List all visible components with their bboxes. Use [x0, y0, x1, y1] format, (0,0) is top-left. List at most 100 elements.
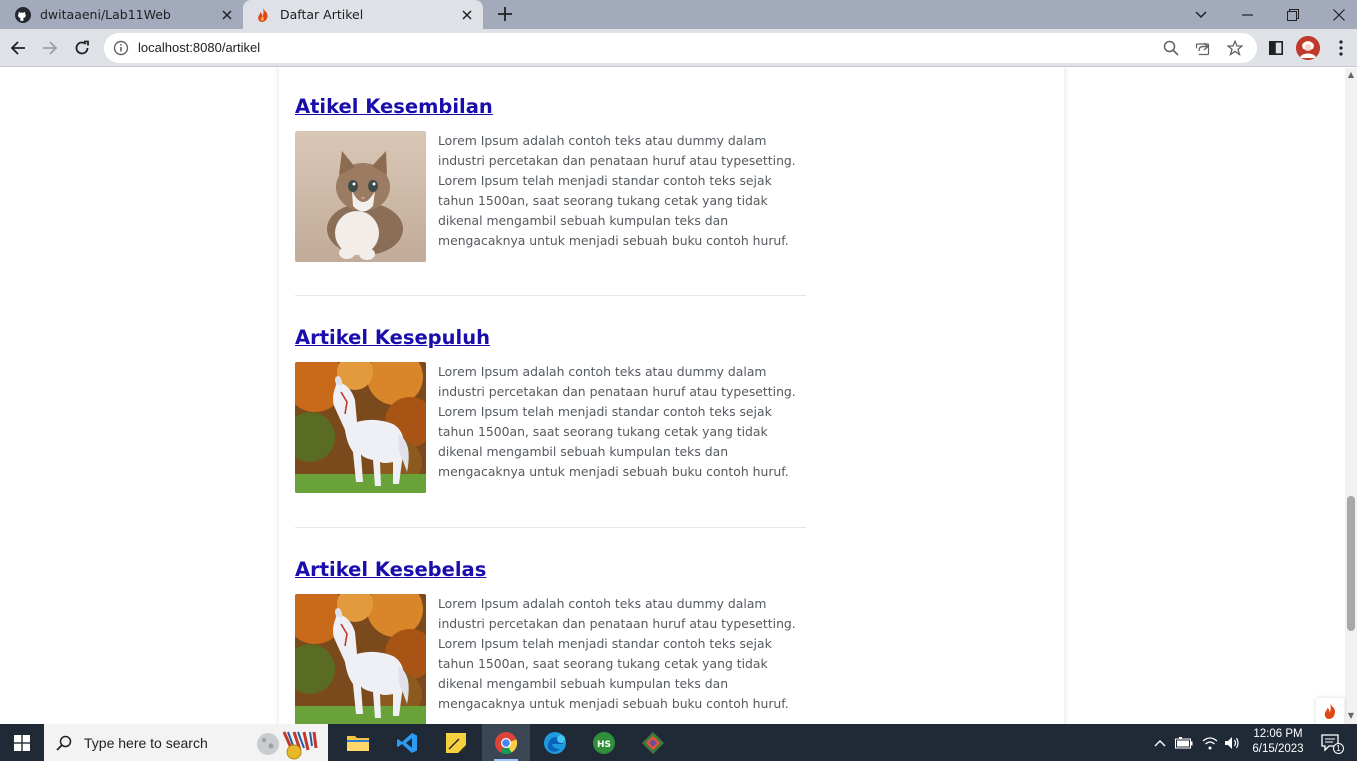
- article-excerpt: Lorem Ipsum adalah contoh teks atau dumm…: [438, 596, 796, 711]
- search-highlight-icon[interactable]: [254, 728, 326, 764]
- arrow-right-icon: [43, 41, 58, 55]
- debug-toolbar-toggle[interactable]: [1316, 698, 1344, 724]
- edge-icon: [544, 731, 566, 754]
- tab-title: Daftar Artikel: [280, 7, 364, 22]
- forward-button[interactable]: [37, 35, 63, 61]
- article-title-link[interactable]: Atikel Kesembilan: [295, 95, 493, 118]
- search-placeholder: Type here to search: [84, 734, 208, 751]
- svg-text:HS: HS: [597, 740, 611, 750]
- battery-icon: [1175, 736, 1193, 748]
- close-tab-icon[interactable]: [457, 5, 477, 25]
- battery-tray[interactable]: [1172, 724, 1196, 761]
- new-tab-button[interactable]: [494, 3, 516, 25]
- info-icon[interactable]: [113, 40, 129, 56]
- article-item: Atikel Kesembilan Lorem Ipsum adalah con…: [295, 95, 806, 262]
- address-bar[interactable]: localhost:8080/artikel: [104, 33, 1257, 63]
- show-hidden-icons-button[interactable]: [1150, 724, 1170, 761]
- close-window-button[interactable]: [1316, 0, 1357, 29]
- close-icon: [1333, 8, 1345, 21]
- tab-github[interactable]: dwitaaeni/Lab11Web: [0, 0, 243, 29]
- wifi-icon: [1202, 736, 1218, 749]
- search-icon: [44, 735, 84, 751]
- white-horse-image: [295, 362, 426, 493]
- article-excerpt: Lorem Ipsum adalah contoh teks atau dumm…: [438, 364, 796, 479]
- heidisql-icon: HS: [593, 731, 615, 754]
- taskbar-git-gui[interactable]: [629, 724, 677, 761]
- taskbar-search[interactable]: Type here to search: [44, 724, 328, 761]
- article-thumbnail-horse: [295, 362, 426, 493]
- restore-button[interactable]: [1270, 0, 1316, 29]
- article-title: Artikel Kesebelas: [295, 558, 806, 582]
- taskbar-chrome[interactable]: [482, 724, 530, 761]
- notification-count-badge: 1: [1333, 743, 1344, 754]
- bookmark-star-icon[interactable]: [1226, 39, 1244, 57]
- chrome-menu-button[interactable]: [1328, 35, 1354, 61]
- scrollbar-thumb[interactable]: [1347, 496, 1355, 631]
- article-excerpt: Lorem Ipsum adalah contoh teks atau dumm…: [438, 133, 796, 248]
- article-thumbnail-kitten: [295, 131, 426, 262]
- git-gui-icon: [642, 731, 664, 754]
- folder-icon: [347, 735, 369, 751]
- kebab-menu-icon: [1339, 40, 1343, 56]
- codeigniter-flame-icon: [258, 7, 268, 22]
- taskbar-vscode[interactable]: [383, 724, 431, 761]
- profile-avatar[interactable]: [1296, 36, 1320, 60]
- article-item: Artikel Kesebelas Lorem Ipsum adalah con…: [295, 558, 806, 724]
- speaker-icon: [1225, 736, 1239, 749]
- article-thumbnail-horse: [295, 594, 426, 724]
- minimize-icon: [1241, 13, 1253, 16]
- tab-strip: dwitaaeni/Lab11Web Daftar Artikel: [0, 0, 1357, 29]
- article-title: Atikel Kesembilan: [295, 95, 806, 119]
- tab-search-button[interactable]: [1178, 0, 1224, 29]
- scroll-up-arrow-icon[interactable]: ▲: [1347, 71, 1355, 79]
- taskbar-edge[interactable]: [531, 724, 579, 761]
- chevron-up-icon: [1154, 739, 1166, 746]
- chevron-down-icon: [1195, 10, 1207, 18]
- restore-icon: [1287, 8, 1299, 21]
- back-button[interactable]: [5, 35, 31, 61]
- page-scrollbar[interactable]: ▲ ▼: [1345, 68, 1357, 724]
- article-divider: [295, 527, 806, 528]
- chrome-icon: [495, 731, 518, 754]
- tab-title: dwitaaeni/Lab11Web: [40, 7, 171, 22]
- content-container: Atikel Kesembilan Lorem Ipsum adalah con…: [279, 68, 1064, 724]
- minimize-button[interactable]: [1224, 0, 1270, 29]
- notification-center-button[interactable]: 1: [1316, 724, 1346, 761]
- clock-date: 6/15/2023: [1252, 743, 1304, 755]
- browser-toolbar: localhost:8080/artikel: [0, 29, 1357, 67]
- windows-taskbar: Type here to search HS 12:06 PM 6/15/202…: [0, 724, 1357, 761]
- vscode-icon: [397, 732, 417, 753]
- page-viewport: Atikel Kesembilan Lorem Ipsum adalah con…: [0, 68, 1345, 724]
- close-tab-icon[interactable]: [217, 5, 237, 25]
- article-title-link[interactable]: Artikel Kesepuluh: [295, 326, 490, 349]
- reload-button[interactable]: [69, 35, 95, 61]
- taskbar-heidisql[interactable]: HS: [580, 724, 628, 761]
- arrow-left-icon: [10, 41, 25, 55]
- network-tray[interactable]: [1198, 724, 1222, 761]
- sticky-notes-icon: [446, 732, 466, 753]
- share-icon[interactable]: [1194, 39, 1212, 57]
- article-divider: [295, 295, 806, 296]
- clock-time: 12:06 PM: [1253, 728, 1303, 740]
- article-title: Artikel Kesepuluh: [295, 326, 806, 350]
- plus-icon: [498, 7, 512, 21]
- side-panel-icon: [1269, 41, 1283, 55]
- codeigniter-flame-icon: [1324, 703, 1336, 719]
- article-item: Artikel Kesepuluh Lorem Ipsum adalah con…: [295, 326, 806, 493]
- tab-daftar-artikel[interactable]: Daftar Artikel: [243, 0, 483, 29]
- white-horse-image: [295, 594, 426, 724]
- reload-icon: [75, 40, 89, 55]
- windows-logo-icon: [14, 734, 30, 751]
- volume-tray[interactable]: [1221, 724, 1243, 761]
- article-title-link[interactable]: Artikel Kesebelas: [295, 558, 486, 581]
- kitten-image: [295, 131, 426, 262]
- taskbar-sticky-notes[interactable]: [432, 724, 480, 761]
- github-icon: [15, 6, 31, 23]
- zoom-icon[interactable]: [1162, 39, 1180, 57]
- start-button[interactable]: [0, 724, 44, 761]
- url-text[interactable]: localhost:8080/artikel: [138, 40, 260, 55]
- side-panel-button[interactable]: [1263, 35, 1289, 61]
- taskbar-clock[interactable]: 12:06 PM 6/15/2023: [1243, 727, 1313, 757]
- taskbar-file-explorer[interactable]: [334, 724, 382, 761]
- scroll-down-arrow-icon[interactable]: ▼: [1347, 712, 1355, 720]
